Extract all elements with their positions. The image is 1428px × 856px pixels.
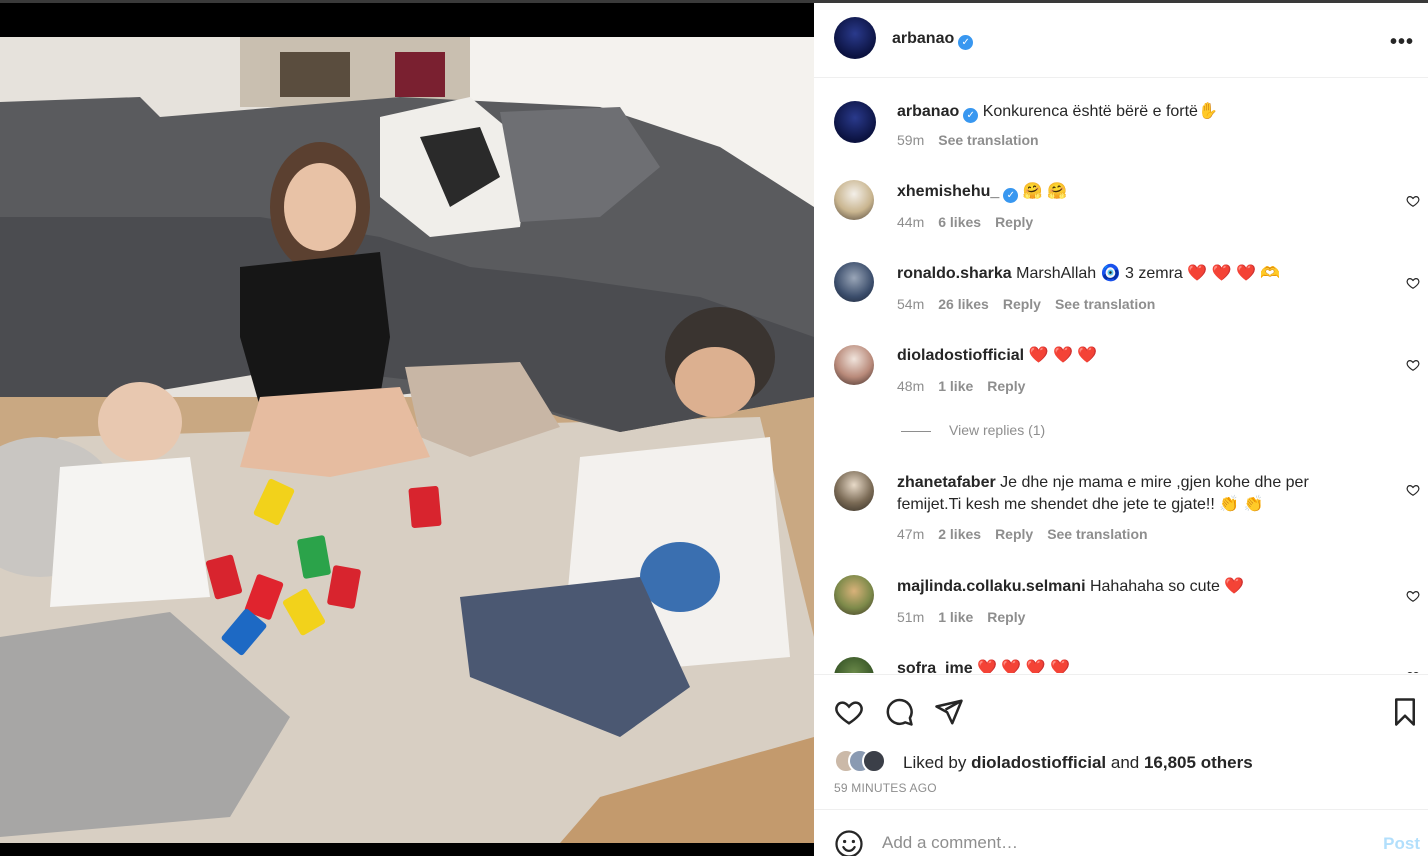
caption-username[interactable]: arbanao [897, 103, 959, 120]
comment-meta: 54m 26 likes Reply See translation [897, 296, 1169, 312]
comment-time[interactable]: 54m [897, 296, 924, 312]
comment-text: 🤗 🤗 [1022, 183, 1068, 200]
comment-time[interactable]: 47m [897, 526, 924, 542]
author-name-row[interactable]: arbanao ✓ [892, 30, 974, 50]
post-media-pane [0, 3, 814, 856]
comment-meta: 44m 6 likes Reply [897, 214, 1047, 230]
comment-translate-link[interactable]: See translation [1055, 296, 1155, 312]
liker-avatar [862, 749, 886, 773]
comment-avatar[interactable] [834, 345, 874, 385]
post-actions-section: Liked by dioladostiofficial and 16,805 o… [814, 674, 1428, 809]
caption-avatar[interactable] [834, 101, 876, 143]
comment-time[interactable]: 51m [897, 609, 924, 625]
comment-likes[interactable]: 6 likes [938, 214, 981, 230]
view-replies-label: View replies (1) [949, 422, 1046, 438]
comment-text: ❤️ ❤️ ❤️ [1028, 347, 1098, 364]
like-heart-icon[interactable] [834, 697, 864, 727]
comment-text-row: xhemishehu_ ✓ 🤗 🤗 [897, 181, 1367, 203]
liked-by-avatars[interactable] [834, 749, 894, 775]
post-detail-panel: arbanao ✓ ••• arbanao ✓ Konkurenca është b… [814, 3, 1428, 856]
reply-button[interactable]: Reply [995, 526, 1033, 542]
caption-text-row: arbanao ✓ Konkurenca është bërë e fortë✋ [897, 101, 1367, 123]
comment-avatar[interactable] [834, 180, 874, 220]
comment-likes[interactable]: 26 likes [938, 296, 989, 312]
like-comment-heart-icon[interactable] [1406, 670, 1420, 673]
share-send-icon[interactable] [934, 697, 964, 727]
comment-text-row: dioladostiofficial ❤️ ❤️ ❤️ [897, 345, 1367, 367]
comment-text: ❤️ ❤️ ❤️ ❤️ [977, 660, 1071, 673]
like-comment-heart-icon[interactable] [1406, 483, 1420, 497]
comment-avatar[interactable] [834, 575, 874, 615]
replies-divider-line [901, 430, 931, 432]
comment-meta: 47m 2 likes Reply See translation [897, 526, 1162, 542]
liked-by-text: Liked by dioladostiofficial and 16,805 o… [903, 753, 1253, 773]
comment-username[interactable]: xhemishehu_ [897, 183, 999, 200]
like-comment-heart-icon[interactable] [1406, 194, 1420, 208]
liked-by-and: and [1110, 753, 1140, 772]
post-header: arbanao ✓ ••• [814, 3, 1428, 78]
comment-likes[interactable]: 1 like [938, 378, 973, 394]
comment-time[interactable]: 44m [897, 214, 924, 230]
liked-by-prefix: Liked by [903, 753, 967, 772]
comment-avatar[interactable] [834, 262, 874, 302]
comment-text-row: majlinda.collaku.selmani Hahahaha so cut… [897, 576, 1367, 598]
comment-username[interactable]: zhanetafaber [897, 474, 996, 491]
caption-translate-link[interactable]: See translation [938, 132, 1038, 148]
comment-username[interactable]: ronaldo.sharka [897, 265, 1012, 282]
comments-list[interactable]: arbanao ✓ Konkurenca është bërë e fortë✋ … [814, 79, 1428, 673]
verified-badge-icon: ✓ [963, 108, 979, 123]
liked-by-user[interactable]: dioladostiofficial [971, 753, 1106, 772]
comment-text: MarshAllah 🧿 3 zemra ❤️ ❤️ ❤️ 🫶 [1016, 265, 1281, 282]
like-comment-heart-icon[interactable] [1406, 589, 1420, 603]
view-replies-button[interactable]: View replies (1) [901, 422, 1045, 438]
comment-likes[interactable]: 1 like [938, 609, 973, 625]
comment-text: Hahahaha so cute ❤️ [1089, 578, 1245, 595]
comment-avatar[interactable] [834, 471, 874, 511]
more-options-icon[interactable]: ••• [1390, 31, 1414, 54]
caption-time[interactable]: 59m [897, 132, 924, 148]
reply-button[interactable]: Reply [1003, 296, 1041, 312]
like-comment-heart-icon[interactable] [1406, 358, 1420, 372]
comment-text-row: ronaldo.sharka MarshAllah 🧿 3 zemra ❤️ ❤… [897, 263, 1367, 285]
reply-button[interactable]: Reply [987, 378, 1025, 394]
comment-time[interactable]: 48m [897, 378, 924, 394]
liked-by-others[interactable]: 16,805 others [1144, 753, 1253, 772]
photo-illustration [0, 37, 814, 843]
caption-text: Konkurenca është bërë e fortë✋ [982, 103, 1218, 120]
comment-username[interactable]: majlinda.collaku.selmani [897, 578, 1086, 595]
verified-badge-icon: ✓ [958, 35, 974, 50]
author-username[interactable]: arbanao [892, 30, 954, 47]
post-comment-button[interactable]: Post [1383, 834, 1420, 854]
emoji-smile-icon[interactable] [834, 829, 864, 856]
author-avatar[interactable] [834, 17, 876, 59]
comment-likes[interactable]: 2 likes [938, 526, 981, 542]
comment-username[interactable]: sofra_ime [897, 660, 973, 673]
comment-translate-link[interactable]: See translation [1047, 526, 1147, 542]
save-bookmark-icon[interactable] [1390, 697, 1420, 727]
add-comment-bar: Post [814, 809, 1428, 856]
comment-input[interactable] [882, 826, 1352, 856]
post-photo[interactable] [0, 37, 814, 843]
comment-username[interactable]: dioladostiofficial [897, 347, 1024, 364]
comment-text-row: sofra_ime ❤️ ❤️ ❤️ ❤️ [897, 658, 1367, 673]
comment-avatar[interactable] [834, 657, 874, 673]
reply-button[interactable]: Reply [987, 609, 1025, 625]
comment-meta: 48m 1 like Reply [897, 378, 1039, 394]
like-comment-heart-icon[interactable] [1406, 276, 1420, 290]
post-timestamp[interactable]: 59 MINUTES AGO [834, 781, 937, 795]
comment-bubble-icon[interactable] [884, 697, 914, 727]
comment-meta: 51m 1 like Reply [897, 609, 1039, 625]
reply-button[interactable]: Reply [995, 214, 1033, 230]
verified-badge-icon: ✓ [1003, 188, 1019, 203]
caption-meta: 59m See translation [897, 132, 1053, 148]
comment-text-row: zhanetafaber Je dhe nje mama e mire ,gje… [897, 472, 1367, 516]
